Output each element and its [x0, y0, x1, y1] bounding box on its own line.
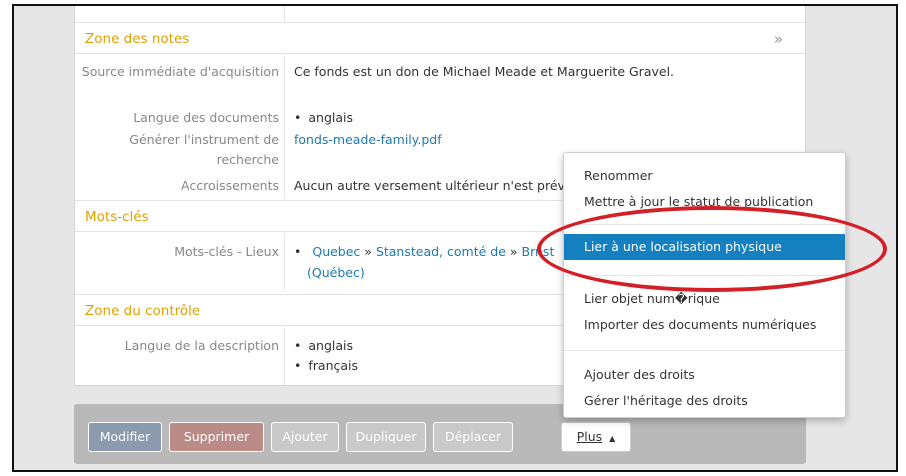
breadcrumb-separator: » — [364, 244, 372, 259]
finding-aid-link[interactable]: fonds-meade-family.pdf — [294, 130, 442, 150]
more-button[interactable]: Plus ▲ — [561, 422, 631, 452]
place-link-b[interactable]: B — [522, 244, 531, 259]
more-dropdown-menu: Renommer Mettre à jour le statut de publ… — [563, 152, 846, 418]
place-link-rnst[interactable]: rnst — [530, 244, 554, 259]
menu-item-import-digital-objects[interactable]: Importer des documents numériques — [564, 312, 845, 338]
duplicate-button[interactable]: Dupliquer — [346, 422, 426, 452]
desc-lang-label: Langue de la description — [124, 338, 279, 353]
section-notes-title: Zone des notes — [85, 31, 190, 47]
menu-item-link-physical-location[interactable]: Lier à une localisation physique — [564, 234, 845, 260]
collapse-chevron-icon[interactable]: » — [774, 23, 783, 55]
desc-lang-value-2: français — [294, 356, 358, 376]
langdocs-label: Langue des documents — [133, 110, 279, 125]
menu-item-manage-rights-inheritance[interactable]: Gérer l'héritage des droits — [564, 388, 845, 414]
menu-separator — [564, 350, 845, 351]
column-divider — [284, 6, 285, 22]
column-divider — [284, 327, 285, 385]
places-label: Mots-clés - Lieux — [174, 244, 279, 259]
accruals-value: Aucun autre versement ultérieur n'est pr… — [294, 178, 565, 193]
langdocs-value: anglais — [294, 108, 353, 128]
menu-item-rename[interactable]: Renommer — [564, 163, 845, 189]
delete-button[interactable]: Supprimer — [169, 422, 264, 452]
more-button-label: Plus — [576, 429, 603, 444]
source-label: Source immédiate d'acquisition — [81, 64, 279, 79]
menu-separator — [564, 224, 845, 225]
breadcrumb-separator: » — [509, 244, 518, 259]
caret-up-icon: ▲ — [609, 434, 616, 443]
menu-separator — [564, 275, 845, 276]
menu-item-update-publication-status[interactable]: Mettre à jour le statut de publication — [564, 189, 845, 215]
accruals-label: Accroissements — [181, 178, 279, 193]
move-button[interactable]: Déplacer — [433, 422, 513, 452]
place-link-quebec[interactable]: Quebec — [312, 244, 360, 259]
section-control-title: Zone du contrôle — [85, 303, 201, 319]
column-divider — [284, 233, 285, 291]
finding-aid-label: Générer l'instrument de recherche — [129, 132, 279, 167]
add-button[interactable]: Ajouter — [271, 422, 339, 452]
section-notes-header[interactable]: Zone des notes » — [75, 22, 805, 54]
place-link-stanstead[interactable]: Stanstead, comté de — [376, 244, 506, 259]
modify-button[interactable]: Modifier — [88, 422, 162, 452]
section-keywords-title: Mots-clés — [85, 209, 149, 225]
source-value: Ce fonds est un don de Michael Meade et … — [294, 64, 675, 79]
column-divider — [284, 55, 285, 199]
desc-lang-value-1: anglais — [294, 336, 353, 356]
menu-item-add-rights[interactable]: Ajouter des droits — [564, 362, 845, 388]
place-link-quebec-province[interactable]: (Québec) — [307, 263, 365, 283]
screen-frame: Zone des notes » Source immédiate d'acqu… — [12, 4, 898, 472]
menu-item-link-digital-object[interactable]: Lier objet num�rique — [564, 286, 845, 312]
places-value: Quebec » Stanstead, comté de » Brnst — [294, 242, 554, 262]
